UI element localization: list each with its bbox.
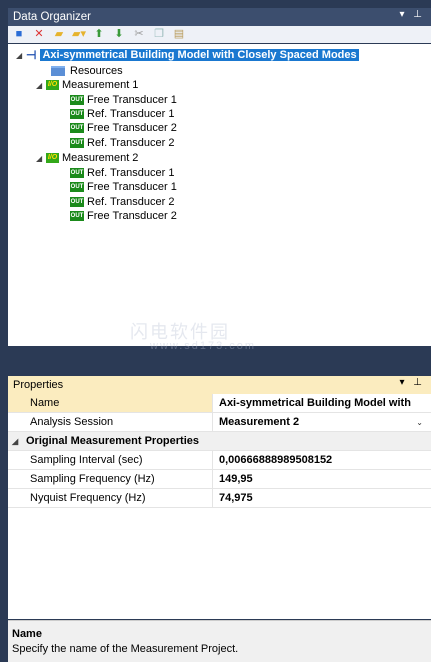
delete-icon[interactable]: ✕ (32, 29, 46, 41)
out-icon: OUT (70, 123, 84, 133)
tree-item-transducer[interactable]: OUT Ref. Transducer 1 (70, 166, 174, 180)
collapse-icon[interactable]: ◢ (36, 81, 46, 90)
tree-item-transducer[interactable]: OUT Free Transducer 2 (70, 121, 177, 135)
tree-item-transducer[interactable]: OUT Free Transducer 2 (70, 209, 177, 223)
out-icon: OUT (70, 211, 84, 221)
collapse-icon[interactable]: ◢ (16, 51, 26, 60)
collapse-icon[interactable]: ◢ (12, 437, 22, 446)
out-icon: OUT (70, 138, 84, 148)
data-organizer-window-controls[interactable]: ▾ ⊥ (399, 9, 425, 20)
property-key: Name (8, 394, 213, 412)
property-key: Nyquist Frequency (Hz) (8, 489, 213, 507)
property-description: Name Specify the name of the Measurement… (8, 620, 431, 662)
out-icon: OUT (70, 197, 84, 207)
move-down-icon[interactable]: ⬇ (112, 29, 126, 41)
data-organizer-titlebar: Data Organizer ▾ ⊥ (8, 8, 431, 26)
io-icon: I/O (46, 153, 59, 163)
data-organizer-title: Data Organizer (13, 11, 91, 23)
tree-item-transducer[interactable]: OUT Ref. Transducer 1 (70, 107, 174, 121)
property-value: 0,00666888989508152 (219, 454, 333, 466)
property-value: 149,95 (219, 473, 253, 485)
property-key: Analysis Session (8, 413, 213, 431)
collapse-icon[interactable]: ◢ (36, 154, 46, 163)
data-organizer-toolbar: ■ ✕ ▰ ▰▾ ⬆ ⬇ ✂ ❐ ▤ (8, 26, 431, 43)
data-organizer-tree: ◢ ⊣ Axi-symmetrical Building Model with … (8, 44, 431, 346)
out-icon: OUT (70, 168, 84, 178)
properties-titlebar: Properties ▾ ⊥ (8, 376, 431, 394)
properties-window-controls[interactable]: ▾ ⊥ (399, 377, 425, 388)
description-text: Specify the name of the Measurement Proj… (12, 643, 239, 655)
property-row-nyquist[interactable]: Nyquist Frequency (Hz) 74,975 (8, 489, 431, 508)
tree-item-transducer[interactable]: OUT Free Transducer 1 (70, 180, 177, 194)
out-icon: OUT (70, 182, 84, 192)
tree-item-measurement-2[interactable]: ◢ I/O Measurement 2 (36, 151, 138, 165)
tree-item-transducer[interactable]: OUT Free Transducer 1 (70, 93, 177, 107)
project-icon: ⊣ (26, 48, 37, 62)
out-icon: OUT (70, 95, 84, 105)
property-row-name[interactable]: Name Axi-symmetrical Building Model with (8, 394, 431, 413)
move-up-icon[interactable]: ⬆ (92, 29, 106, 41)
property-key: Sampling Frequency (Hz) (8, 470, 213, 488)
property-row-interval[interactable]: Sampling Interval (sec) 0,00666888989508… (8, 451, 431, 470)
property-name-value[interactable]: Axi-symmetrical Building Model with (213, 394, 431, 412)
tree-item-measurement-1[interactable]: ◢ I/O Measurement 1 (36, 78, 138, 92)
io-icon: I/O (46, 80, 59, 90)
analysis-session-select[interactable]: Measurement 2 ⌄ (213, 413, 431, 431)
folder-dropdown-icon[interactable]: ▰▾ (72, 29, 86, 41)
tree-item-transducer[interactable]: OUT Ref. Transducer 2 (70, 195, 174, 209)
cut-icon[interactable]: ✂ (132, 29, 146, 41)
open-folder-icon[interactable]: ▰ (52, 29, 66, 41)
tree-item-transducer[interactable]: OUT Ref. Transducer 2 (70, 136, 174, 150)
property-category[interactable]: ◢ Original Measurement Properties (8, 432, 431, 451)
property-key: Sampling Interval (sec) (8, 451, 213, 469)
property-row-frequency[interactable]: Sampling Frequency (Hz) 149,95 (8, 470, 431, 489)
property-row-session[interactable]: Analysis Session Measurement 2 ⌄ (8, 413, 431, 432)
watermark-url: www.sd173.com (150, 340, 257, 352)
folder-icon (51, 66, 65, 76)
copy-icon[interactable]: ❐ (152, 29, 166, 41)
chevron-down-icon[interactable]: ⌄ (416, 418, 423, 427)
paste-icon[interactable]: ▤ (172, 29, 186, 41)
tree-item-resources[interactable]: Resources (51, 64, 123, 78)
new-item-icon[interactable]: ■ (12, 29, 26, 41)
property-grid: Name Axi-symmetrical Building Model with… (8, 394, 431, 619)
out-icon: OUT (70, 109, 84, 119)
tree-root[interactable]: ◢ ⊣ Axi-symmetrical Building Model with … (16, 48, 359, 62)
tree-root-label: Axi-symmetrical Building Model with Clos… (40, 49, 359, 61)
property-value: 74,975 (219, 492, 253, 504)
description-title: Name (12, 628, 42, 640)
properties-title: Properties (13, 379, 64, 391)
